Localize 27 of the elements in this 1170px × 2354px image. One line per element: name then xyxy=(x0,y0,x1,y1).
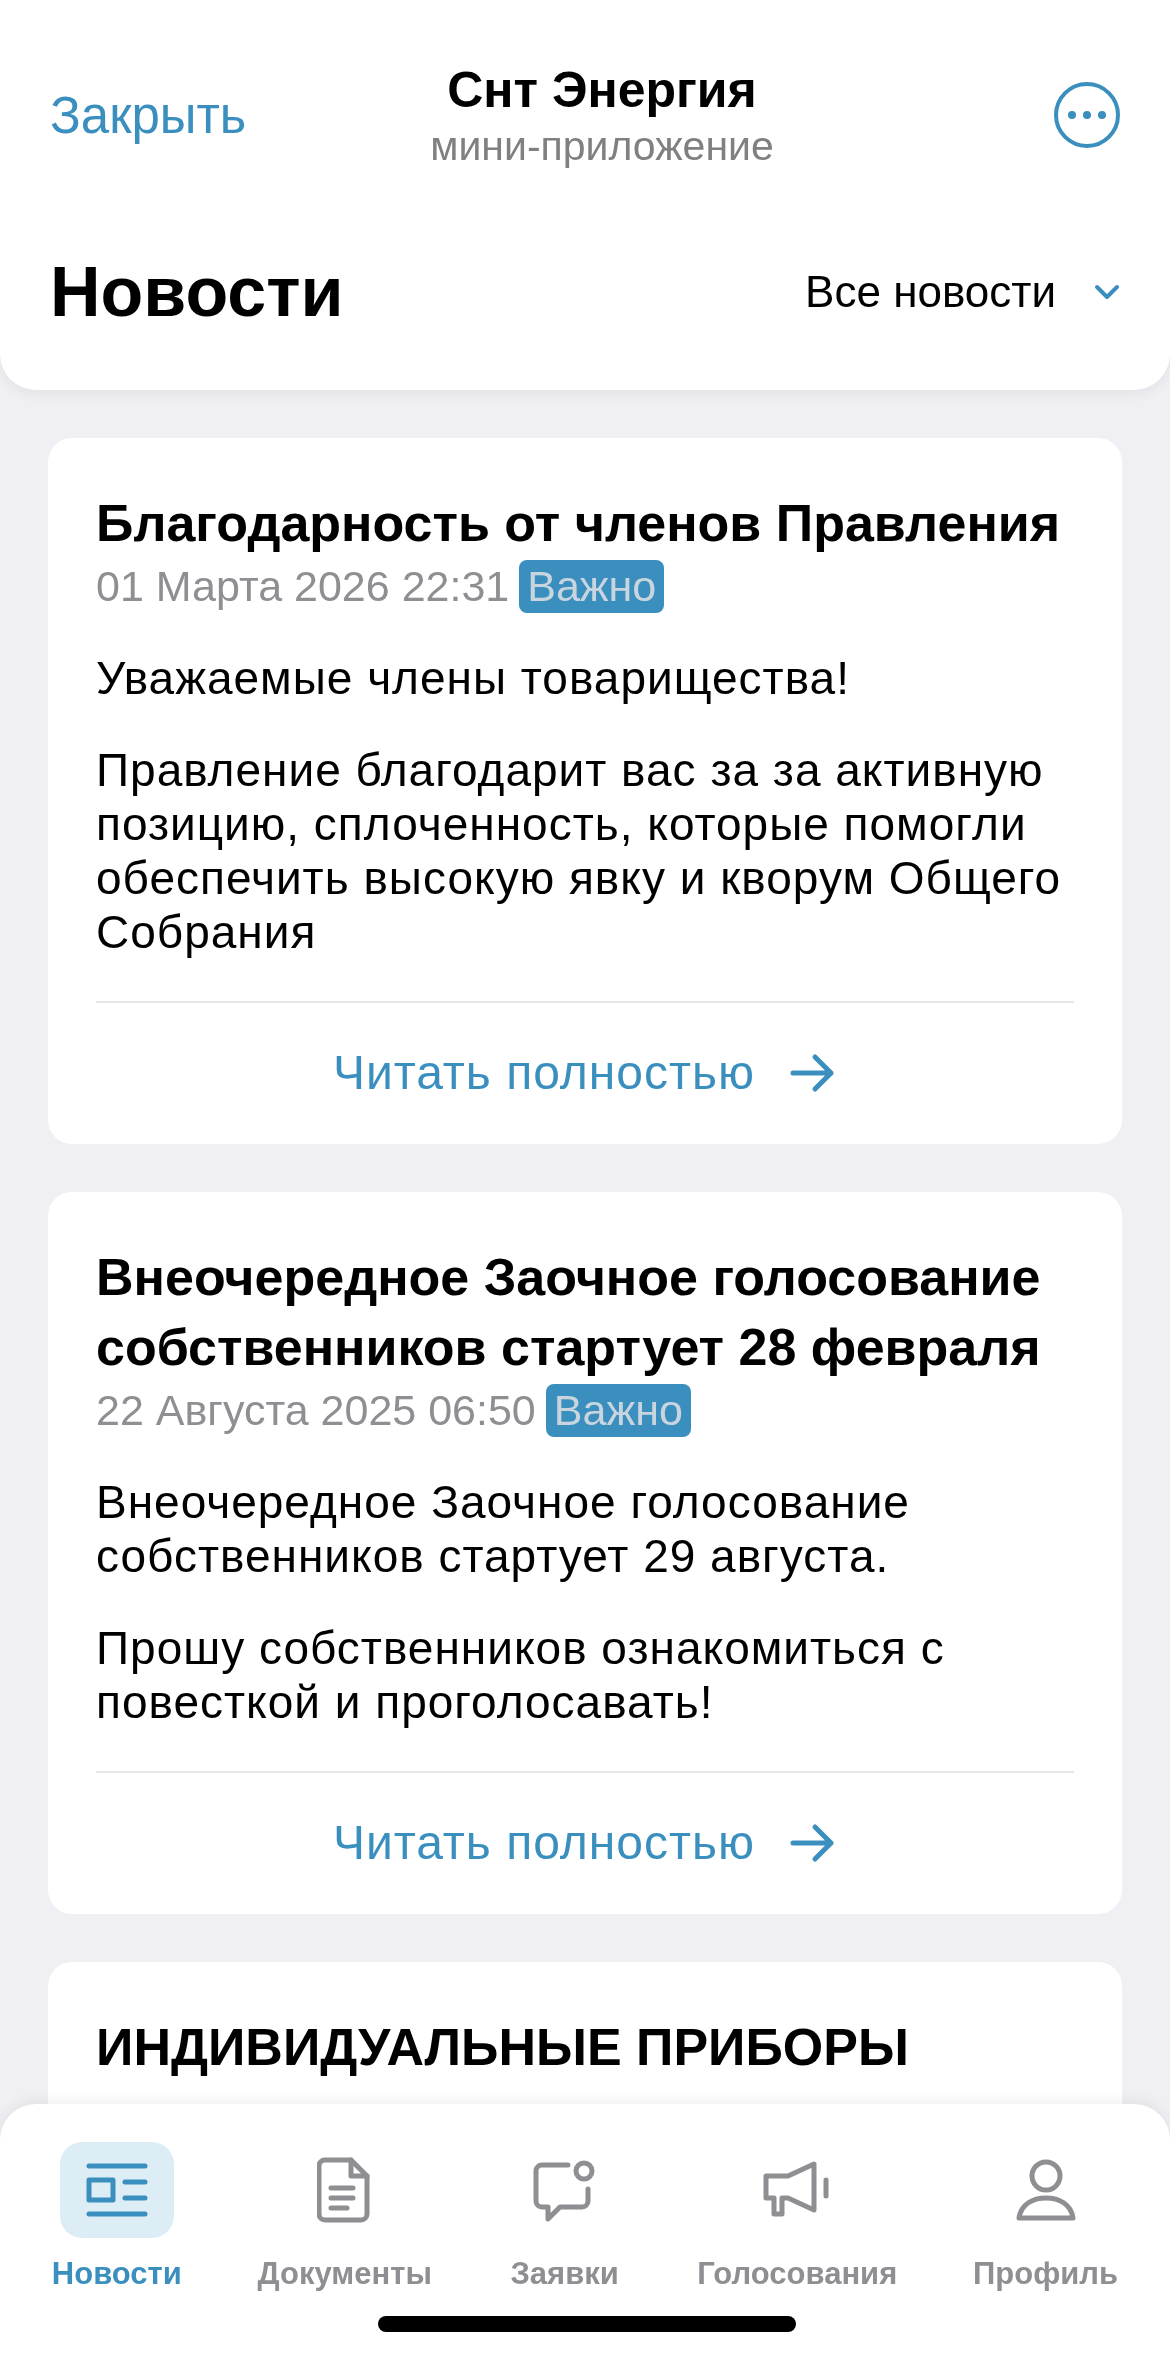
page-title: Новости xyxy=(50,252,344,332)
news-date: 01 Марта 2026 22:31 xyxy=(96,562,510,611)
news-date: 22 Августа 2025 06:50 xyxy=(96,1386,536,1435)
news-title: Внеочередное Заочное голосование собственников стартует 28 февраля xyxy=(96,1247,1042,1378)
person-icon xyxy=(1014,2158,1077,2222)
read-more-link[interactable]: Читать полностью xyxy=(96,1815,1074,1870)
news-title: Благодарность от членов Правления xyxy=(96,493,1062,554)
app-title: Снт Энергия xyxy=(447,60,757,119)
tab-item[interactable]: Документы xyxy=(257,2142,432,2354)
tab-item[interactable]: Новости xyxy=(51,2142,182,2354)
tab-item[interactable]: Голосования xyxy=(697,2142,898,2354)
news-text: Прошу собственников ознакомиться с повесткой и проголосавать! xyxy=(96,1621,946,1729)
news-text: Уважаемые члены товарищества! xyxy=(96,651,851,705)
news-icon xyxy=(84,2162,149,2218)
news-filter-dropdown[interactable]: Все новости xyxy=(805,267,1120,317)
read-more-link[interactable]: Читать полностью xyxy=(96,1045,1074,1100)
important-badge: Важно xyxy=(545,1384,691,1437)
app-subtitle: мини-приложение xyxy=(430,122,774,170)
document-icon xyxy=(316,2156,373,2224)
tab-item[interactable]: Профиль xyxy=(973,2142,1119,2354)
tab-item[interactable]: Заявки xyxy=(507,2142,622,2354)
important-badge: Важно xyxy=(519,560,665,613)
news-text: Внеочередное Заочное голосование собственников стартует 29 августа. xyxy=(96,1475,911,1583)
chevron-down-icon xyxy=(1094,284,1120,300)
news-title: ИНДИВИДУАЛЬНЫЕ ПРИБОРЫ xyxy=(96,2017,910,2078)
close-link[interactable]: Закрыть xyxy=(50,85,270,145)
news-text: Правление благодарит вас за за активную позицию, сплоченность, которые помогли обеспечить высокую явку и кворум Общего Собрания xyxy=(96,743,1063,959)
